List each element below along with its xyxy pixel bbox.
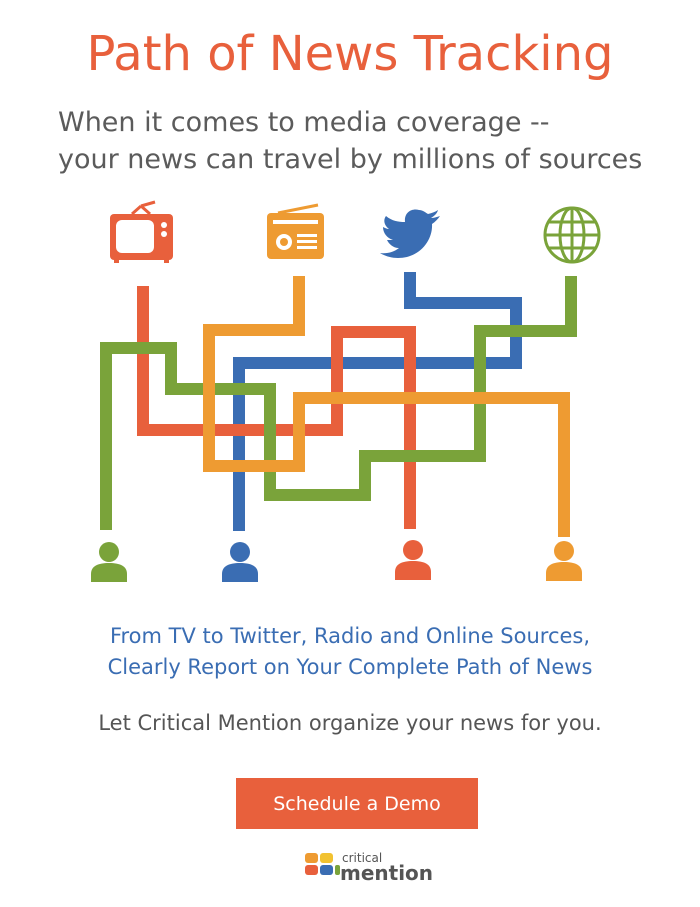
person-icon (222, 542, 258, 582)
tagline-line-1: From TV to Twitter, Radio and Online Sou… (109, 624, 591, 648)
logo-mark-icon (305, 853, 340, 875)
tv-icon (110, 200, 173, 263)
subtitle-line-1: When it comes to media coverage -- (58, 107, 550, 138)
page-title: Path of News Tracking (86, 26, 614, 82)
twitter-bird-icon (380, 209, 440, 258)
schedule-demo-button[interactable]: Schedule a Demo (236, 778, 478, 829)
person-icon (395, 540, 431, 580)
radio-icon (267, 203, 324, 259)
critical-mention-logo[interactable]: critical mention (304, 851, 444, 885)
tagline-line-2: Clearly Report on Your Complete Path of … (107, 655, 593, 679)
person-icon (91, 542, 127, 582)
person-icon (546, 541, 582, 581)
news-path-diagram (91, 200, 601, 582)
globe-icon (543, 206, 601, 264)
subtitle-line-2: your news can travel by millions of sour… (58, 144, 643, 175)
logo-big-text: mention (340, 861, 434, 885)
tagline: From TV to Twitter, Radio and Online Sou… (0, 621, 700, 683)
subtitle: When it comes to media coverage -- your … (58, 104, 642, 178)
cta-text: Let Critical Mention organize your news … (98, 711, 602, 735)
